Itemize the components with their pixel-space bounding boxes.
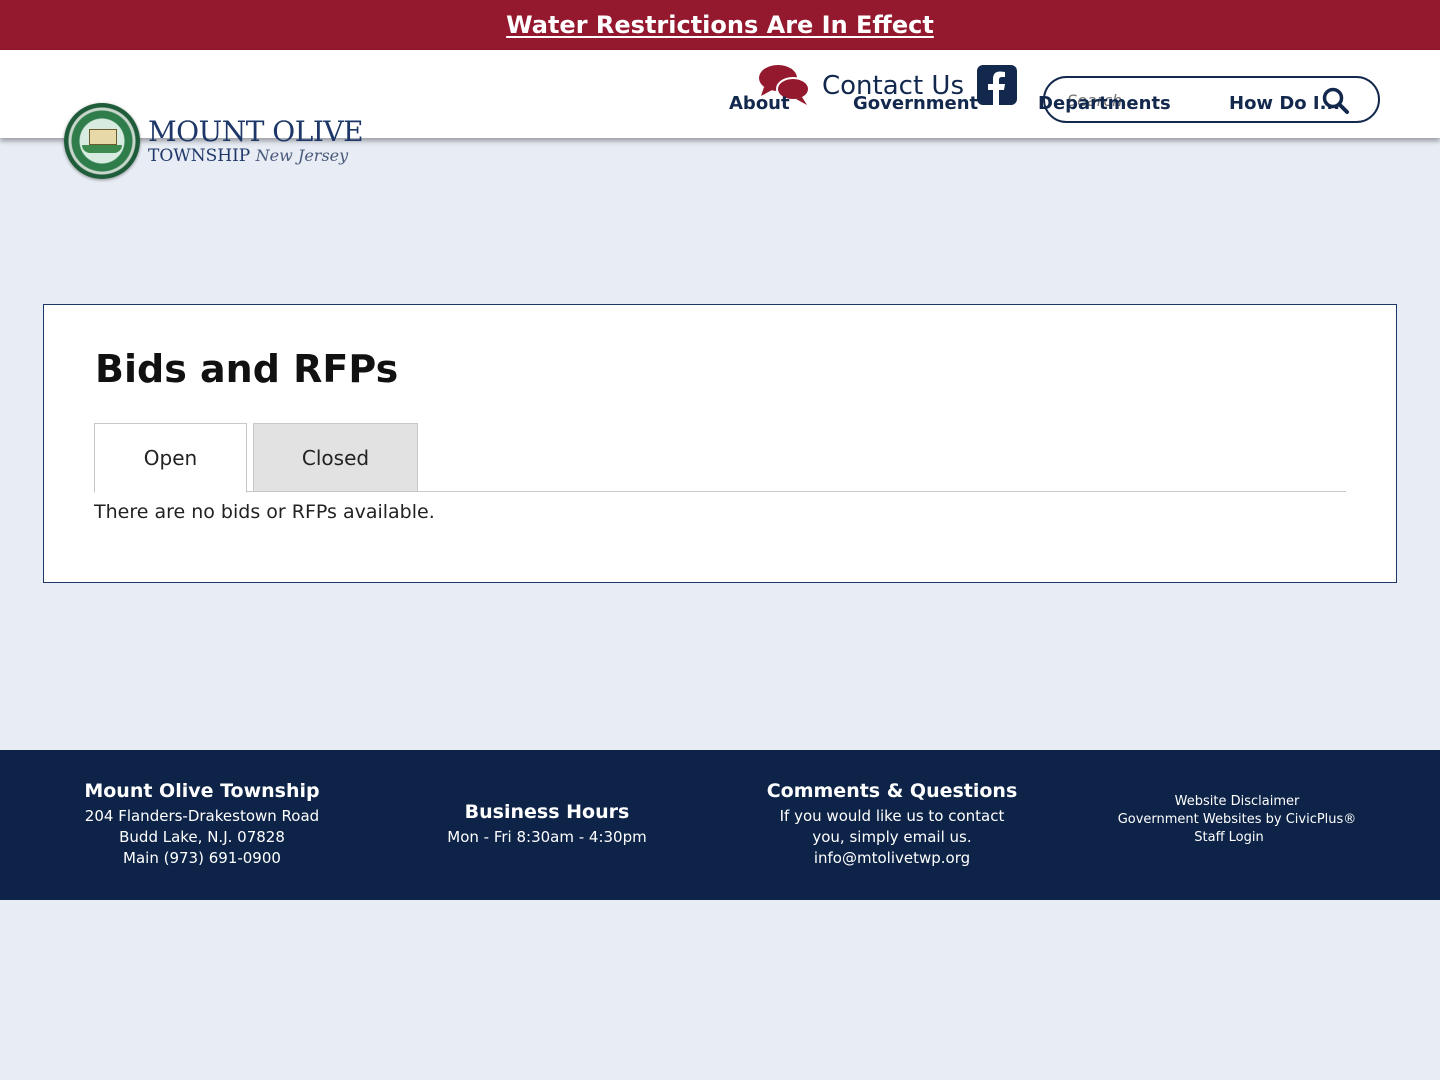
footer-email-link[interactable]: info@mtolivetwp.org bbox=[814, 849, 970, 867]
facebook-icon[interactable] bbox=[977, 65, 1017, 105]
nav-departments[interactable]: Departments bbox=[1038, 93, 1171, 114]
nav-how-do-i[interactable]: How Do I... bbox=[1229, 93, 1340, 114]
page-title: Bids and RFPs bbox=[95, 347, 399, 391]
site-footer: Mount Olive Township 204 Flanders-Drakes… bbox=[0, 750, 1440, 900]
footer-address-title: Mount Olive Township bbox=[84, 780, 320, 802]
site-logo[interactable]: MOUNT OLIVE TOWNSHIP New Jersey bbox=[64, 100, 374, 182]
tab-closed[interactable]: Closed bbox=[253, 423, 418, 492]
logo-subtitle: TOWNSHIP New Jersey bbox=[148, 145, 349, 166]
empty-message: There are no bids or RFPs available. bbox=[94, 501, 435, 523]
tab-list: Open Closed bbox=[94, 423, 1346, 493]
footer-comments: Comments & Questions If you would like u… bbox=[742, 780, 1042, 869]
township-seal-icon bbox=[64, 103, 140, 179]
footer-comments-title: Comments & Questions bbox=[766, 780, 1018, 802]
civicplus-link[interactable]: Government Websites by CivicPlus® bbox=[1118, 812, 1357, 827]
footer-address-line: 204 Flanders-Drakestown Road bbox=[84, 807, 320, 825]
footer-address: Mount Olive Township 204 Flanders-Drakes… bbox=[52, 780, 352, 869]
footer-phone: Main (973) 691-0900 bbox=[123, 849, 281, 867]
footer-hours-title: Business Hours bbox=[464, 801, 630, 823]
alert-bar: Water Restrictions Are In Effect bbox=[0, 0, 1440, 50]
staff-login-link[interactable]: Staff Login bbox=[1194, 830, 1263, 845]
nav-government[interactable]: Government bbox=[853, 93, 978, 114]
footer-hours-text: Mon - Fri 8:30am - 4:30pm bbox=[447, 828, 647, 846]
footer-hours: Business Hours Mon - Fri 8:30am - 4:30pm bbox=[397, 801, 697, 848]
tab-open[interactable]: Open bbox=[94, 423, 247, 493]
logo-title: MOUNT OLIVE bbox=[148, 114, 364, 148]
website-disclaimer-link[interactable]: Website Disclaimer bbox=[1175, 794, 1300, 809]
footer-comments-text: If you would like us to contact bbox=[779, 807, 1005, 825]
alert-link[interactable]: Water Restrictions Are In Effect bbox=[506, 11, 934, 39]
footer-comments-text: you, simply email us. bbox=[812, 828, 972, 846]
footer-address-line: Budd Lake, N.J. 07828 bbox=[119, 828, 285, 846]
bids-card: Bids and RFPs Open Closed There are no b… bbox=[43, 304, 1397, 583]
nav-about[interactable]: About bbox=[729, 93, 790, 114]
footer-links: Website Disclaimer Government Websites b… bbox=[1087, 793, 1387, 847]
